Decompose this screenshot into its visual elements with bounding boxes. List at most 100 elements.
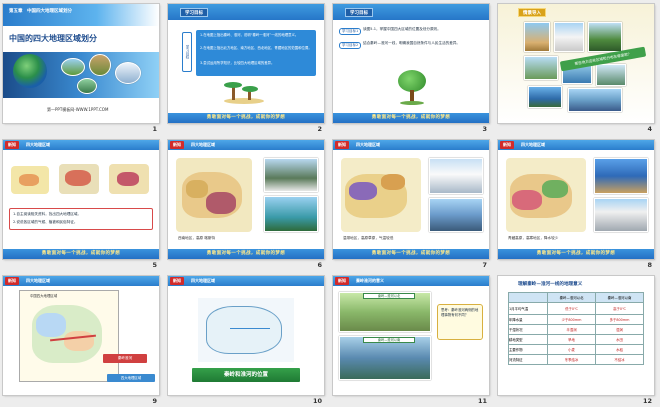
thinking-box: 思考：秦岭淮河两侧的地理事物有何不同？ <box>437 304 483 340</box>
footer-band: 勇敢面对每一个挑战，成就你的梦想 <box>168 113 324 123</box>
caption: 温带地区，高原草原，气温较低 <box>343 236 394 240</box>
slide-thumb-10[interactable]: 新知 四大地理区域 秦岭和淮河的位置 10 <box>165 272 330 407</box>
photo-snow-forest <box>429 158 483 194</box>
slide-7[interactable]: 新知 四大地理区域 温带地区，高原草原，气温较低 勇敢面对每一个挑战，成就你的梦… <box>333 140 489 259</box>
footer-band: 勇敢面对每一个挑战，成就你的梦想 <box>333 249 489 259</box>
table-row: 1月平均气温 低于0℃ 高于0℃ <box>507 302 644 315</box>
slide-3[interactable]: 学习目标 学习目标1 读图5-1，掌握中国四大区域的位置及划分原则。 学习目标2… <box>333 4 489 123</box>
task-1: 1.自主阅读相关资料，找出四大地理区域。 <box>13 212 82 216</box>
photo-circle-3 <box>115 62 141 84</box>
objective-text-2: 结合秦岭—淮河一线，明确我国自然条件与人民生活的差异。 <box>363 41 461 45</box>
caption-banner: 秦岭和淮河的位置 <box>192 368 300 382</box>
china-map <box>176 158 252 232</box>
palm-island-image <box>218 82 268 104</box>
slide-number: 3 <box>482 125 487 133</box>
photo-circle-1 <box>61 58 85 76</box>
objective-2: 2.在地图上指出北方地区、南方地区、西北地区、青藏地区的范围和位置。 <box>200 46 312 50</box>
logo-tag: 新知 <box>5 277 19 285</box>
slide-header: 四大地理区域 <box>356 142 380 147</box>
slide-thumb-11[interactable]: 新知 秦岭淮河的意义 秦岭—淮河以北 秦岭—淮河以南 思考：秦岭淮河两侧的地理事… <box>330 272 495 407</box>
china-map <box>341 158 421 232</box>
table-row: 干湿状况 半湿润 湿润 <box>507 324 644 335</box>
side-label: 学习目标 <box>182 32 192 72</box>
photo-desert <box>524 22 550 52</box>
table-header-cell: 秦岭—淮河以北 <box>547 292 596 303</box>
slide-thumb-4[interactable]: 情景导入 那些地方这些区域和分布在哪里呢？ 4 <box>495 0 660 136</box>
slide-thumb-12[interactable]: 理解秦岭—淮河一线的地理意义 秦岭—淮河以北 秦岭—淮河以南 1月平均气温 低于0… <box>495 272 660 407</box>
slide-header: 四大地理区域 <box>191 142 215 147</box>
globe-image <box>13 54 47 88</box>
photo-desert-tree <box>594 158 648 194</box>
task-box: 1.自主阅读相关资料，找出四大地理区域。 2.说说各区域的气候、植被和民俗特征。 <box>9 208 153 230</box>
outline-map <box>198 298 294 362</box>
table-header-cell <box>507 292 549 303</box>
objective-text-1: 读图5-1，掌握中国四大区域的位置及划分原则。 <box>363 27 441 31</box>
map-3 <box>109 164 149 194</box>
title-band <box>3 4 159 26</box>
photo-forest <box>588 22 622 52</box>
photo-mountain <box>596 64 626 86</box>
slide-header: 秦岭淮河的意义 <box>356 278 384 283</box>
table-title: 理解秦岭—淮河一线的地理意义 <box>518 282 583 287</box>
slide-1[interactable]: 第五章 中国四大地理区域划分 中国的四大地理区域划分 第一PPT模板网-WWW.… <box>3 4 159 123</box>
chapter-label: 第五章 中国四大地理区域划分 <box>9 9 72 14</box>
slide-number: 12 <box>642 397 652 405</box>
slide-6[interactable]: 新知 四大地理区域 西南地区，高原 喀斯特 勇敢面对每一个挑战，成就你的梦想 <box>168 140 324 259</box>
slide-thumb-3[interactable]: 学习目标 学习目标1 读图5-1，掌握中国四大区域的位置及划分原则。 学习目标2… <box>330 0 495 136</box>
objective-3: 3.尝试运用所学知识，比较四大地理区域的差异。 <box>200 61 275 65</box>
china-map <box>506 158 586 232</box>
slide-title: 中国的四大地理区域划分 <box>9 34 97 43</box>
slide-2[interactable]: 学习目标 学习目标 1.在地图上指出秦岭、淮河，说明“秦岭一淮河”一线的地理意义… <box>168 4 324 123</box>
region-badge: 四大地理区域 <box>107 374 155 382</box>
footer-band: 勇敢面对每一个挑战，成就你的梦想 <box>3 249 159 259</box>
comparison-table: 秦岭—淮河以北 秦岭—淮河以南 1月平均气温 低于0℃ 高于0℃ 年降水量 少于800… <box>507 292 644 365</box>
caption: 西南地区，高原 喀斯特 <box>178 236 216 240</box>
slide-10[interactable]: 新知 四大地理区域 秦岭和淮河的位置 <box>168 276 324 395</box>
photo-circle-2 <box>89 54 111 76</box>
slide-number: 4 <box>647 125 652 133</box>
photo-karst <box>264 196 318 232</box>
slide-11[interactable]: 新知 秦岭淮河的意义 秦岭—淮河以北 秦岭—淮河以南 思考：秦岭淮河两侧的地理事… <box>333 276 489 395</box>
slide-header: 四大地理区域 <box>521 142 545 147</box>
photo-mountains <box>264 158 318 192</box>
slide-4[interactable]: 情景导入 那些地方这些区域和分布在哪里呢？ <box>498 4 654 123</box>
photo-snow-peaks <box>594 198 648 232</box>
slide-thumb-5[interactable]: 新知 四大地理区域 1.自主阅读相关资料，找出四大地理区域。 2.说说各区域的气… <box>0 136 165 272</box>
slide-thumb-2[interactable]: 学习目标 学习目标 1.在地图上指出秦岭、淮河，说明“秦岭一淮河”一线的地理意义… <box>165 0 330 136</box>
slide-9[interactable]: 新知 四大地理区域 中国四大地理区域 秦岭淮河 四大地理区域 <box>3 276 159 395</box>
slide-header: 四大地理区域 <box>191 278 215 283</box>
slide-header: 学习目标 <box>180 8 208 17</box>
slide-thumb-8[interactable]: 新知 四大地理区域 青藏高原，高寒地区，降水较少 勇敢面对每一个挑战，成就你的梦… <box>495 136 660 272</box>
table-header-cell: 秦岭—淮河以南 <box>595 292 644 303</box>
slide-number: 8 <box>647 261 652 269</box>
map-2 <box>59 164 99 194</box>
slide-header: 四大地理区域 <box>26 278 50 283</box>
slide-grid: 第五章 中国四大地理区域划分 中国的四大地理区域划分 第一PPT模板网-WWW.… <box>0 0 660 407</box>
objectives-box: 1.在地图上指出秦岭、淮河，说明“秦岭一淮河”一线的地理意义。 2.在地图上指出… <box>196 30 316 76</box>
logo-tag: 新知 <box>335 277 349 285</box>
slide-8[interactable]: 新知 四大地理区域 青藏高原，高寒地区，降水较少 勇敢面对每一个挑战，成就你的梦… <box>498 140 654 259</box>
slide-number: 5 <box>152 261 157 269</box>
south-label: 秦岭—淮河以南 <box>363 337 415 343</box>
slide-number: 7 <box>482 261 487 269</box>
slide-5[interactable]: 新知 四大地理区域 1.自主阅读相关资料，找出四大地理区域。 2.说说各区域的气… <box>3 140 159 259</box>
slide-header: 情景导入 <box>518 8 546 17</box>
slide-12[interactable]: 理解秦岭—淮河一线的地理意义 秦岭—淮河以北 秦岭—淮河以南 1月平均气温 低于0… <box>498 276 654 395</box>
photo-valley <box>568 88 622 112</box>
slide-thumb-6[interactable]: 新知 四大地理区域 西南地区，高原 喀斯特 勇敢面对每一个挑战，成就你的梦想 6 <box>165 136 330 272</box>
logo-tag: 新知 <box>5 141 19 149</box>
caption: 青藏高原，高寒地区，降水较少 <box>508 236 559 240</box>
region-map: 中国四大地理区域 <box>19 290 119 382</box>
photo-lake-mountain <box>429 198 483 232</box>
slide-number: 1 <box>152 125 157 133</box>
logo-tag: 新知 <box>500 141 514 149</box>
thinking-text: 思考：秦岭淮河两侧的地理事物有何不同？ <box>441 308 479 317</box>
objective-label-2: 学习目标2 <box>339 42 362 49</box>
slide-thumb-1[interactable]: 第五章 中国四大地理区域划分 中国的四大地理区域划分 第一PPT模板网-WWW.… <box>0 0 165 136</box>
slide-number: 2 <box>317 125 322 133</box>
qinling-badge: 秦岭淮河 <box>103 354 147 363</box>
footer-url: 第一PPT模板网-WWW.1PPT.COM <box>47 107 109 112</box>
slide-thumb-9[interactable]: 新知 四大地理区域 中国四大地理区域 秦岭淮河 四大地理区域 9 <box>0 272 165 407</box>
logo-tag: 新知 <box>335 141 349 149</box>
slide-thumb-7[interactable]: 新知 四大地理区域 温带地区，高原草原，气温较低 勇敢面对每一个挑战，成就你的梦… <box>330 136 495 272</box>
